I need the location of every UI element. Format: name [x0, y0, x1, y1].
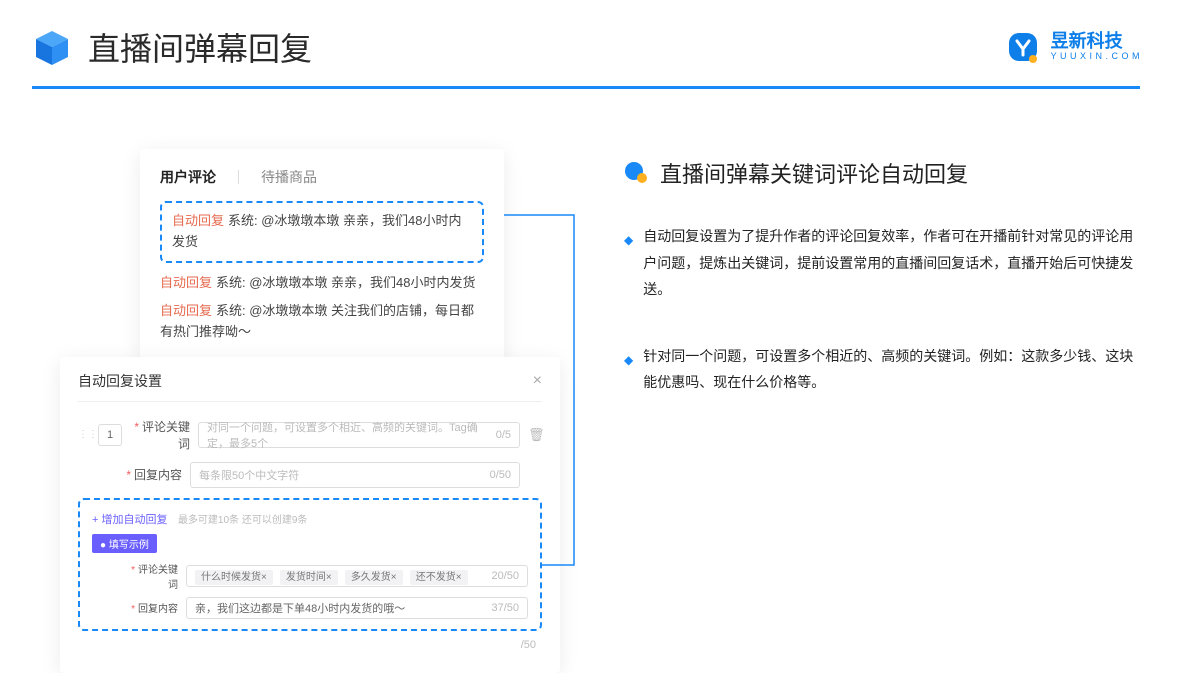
delete-icon[interactable]: 🗑 — [528, 427, 542, 443]
drag-handle-icon[interactable]: ⋮⋮ — [78, 429, 90, 440]
tag-pill[interactable]: 什么时候发货× — [195, 570, 273, 585]
keyword-row: ⋮⋮ 1 *评论关键词 对同一个问题，可设置多个相近、高频的关键词。Tag确定，… — [78, 418, 542, 452]
tab-user-comments[interactable]: 用户评论 — [160, 167, 216, 187]
example-content-value: 亲，我们这边都是下单48小时内发货的哦～ — [195, 600, 405, 616]
tab-divider — [238, 170, 239, 184]
settings-modal: 自动回复设置 × ⋮⋮ 1 *评论关键词 对同一个问题，可设置多个相近、高频的关… — [60, 357, 560, 673]
tag-pill[interactable]: 多久发货× — [345, 570, 403, 585]
auto-reply-tag: 自动回复 — [172, 213, 224, 228]
keyword-counter: 0/5 — [496, 429, 511, 441]
example-keyword-row: *评论关键词 什么时候发货× 发货时间× 多久发货× 还不发货× 20/50 — [92, 561, 528, 591]
example-content-input[interactable]: 亲，我们这边都是下单48小时内发货的哦～ 37/50 — [186, 597, 528, 619]
example-content-counter: 37/50 — [491, 602, 519, 614]
left-column: 用户评论 待播商品 自动回复系统: @冰墩墩本墩 亲亲，我们48小时内发货 自动… — [60, 149, 564, 673]
form-area: ⋮⋮ 1 *评论关键词 对同一个问题，可设置多个相近、高频的关键词。Tag确定，… — [78, 402, 542, 653]
keyword-input[interactable]: 对同一个问题，可设置多个相近、高频的关键词。Tag确定，最多5个 0/5 — [198, 422, 520, 448]
auto-reply-tag: 自动回复 — [160, 275, 212, 290]
page-title: 直播间弹幕回复 — [88, 24, 312, 70]
add-hint: 最多可建10条 还可以创建9条 — [178, 515, 307, 526]
bullet-text: 自动回复设置为了提升作者的评论回复效率，作者可在开播前针对常见的评论用户问题，提… — [643, 223, 1140, 303]
tag-pill[interactable]: 发货时间× — [280, 570, 338, 585]
content: 用户评论 待播商品 自动回复系统: @冰墩墩本墩 亲亲，我们48小时内发货 自动… — [0, 89, 1180, 673]
keyword-label: *评论关键词 — [130, 418, 190, 452]
row-number: 1 — [98, 424, 122, 446]
chat-bubble-icon — [624, 161, 648, 185]
placeholder-text: 对同一个问题，可设置多个相近、高频的关键词。Tag确定，最多5个 — [207, 419, 496, 451]
example-badge: ● 填写示例 — [92, 534, 157, 553]
add-auto-reply-link[interactable]: + 增加自动回复 — [92, 514, 167, 526]
header: 直播间弹幕回复 昱新科技 Y U U X I N . C O M — [0, 0, 1180, 70]
section-heading: 直播间弹幕关键词评论自动回复 — [624, 157, 1140, 189]
brand-logo-icon — [1005, 29, 1041, 65]
tab-pending-goods[interactable]: 待播商品 — [261, 167, 317, 187]
bullet-item: ◆ 针对同一个问题，可设置多个相近的、高频的关键词。例如：这款多少钱、这块能优惠… — [624, 343, 1140, 396]
content-input[interactable]: 每条限50个中文字符 0/50 — [190, 462, 520, 488]
modal-title: 自动回复设置 — [78, 371, 162, 391]
example-content-row: *回复内容 亲，我们这边都是下单48小时内发货的哦～ 37/50 — [92, 597, 528, 619]
close-icon[interactable]: × — [533, 372, 542, 390]
diamond-icon: ◆ — [624, 349, 633, 396]
content-row: *回复内容 每条限50个中文字符 0/50 — [78, 462, 542, 488]
example-tags: 什么时候发货× 发货时间× 多久发货× 还不发货× — [195, 568, 472, 583]
example-content-label: *回复内容 — [122, 600, 178, 615]
brand-name-en: Y U U X I N . C O M — [1051, 52, 1140, 62]
bullet-item: ◆ 自动回复设置为了提升作者的评论回复效率，作者可在开播前针对常见的评论用户问题… — [624, 223, 1140, 303]
comment-row: 自动回复系统: @冰墩墩本墩 亲亲，我们48小时内发货 — [172, 211, 472, 253]
content-label: *回复内容 — [122, 466, 182, 483]
example-block: + 增加自动回复 最多可建10条 还可以创建9条 ● 填写示例 *评论关键词 什… — [78, 498, 542, 631]
example-keyword-input[interactable]: 什么时候发货× 发货时间× 多久发货× 还不发货× 20/50 — [186, 565, 528, 587]
comments-panel: 用户评论 待播商品 自动回复系统: @冰墩墩本墩 亲亲，我们48小时内发货 自动… — [140, 149, 504, 365]
modal-header: 自动回复设置 × — [78, 371, 542, 402]
comment-row: 自动回复系统: @冰墩墩本墩 亲亲，我们48小时内发货 — [160, 273, 484, 294]
brand-name-cn: 昱新科技 — [1051, 32, 1140, 52]
example-keyword-label: *评论关键词 — [122, 561, 178, 591]
highlighted-comment: 自动回复系统: @冰墩墩本墩 亲亲，我们48小时内发货 — [160, 201, 484, 263]
auto-reply-tag: 自动回复 — [160, 303, 212, 318]
title-group: 直播间弹幕回复 — [32, 24, 312, 70]
brand: 昱新科技 Y U U X I N . C O M — [1005, 29, 1140, 65]
tabs: 用户评论 待播商品 — [160, 167, 484, 187]
bullet-text: 针对同一个问题，可设置多个相近的、高频的关键词。例如：这款多少钱、这块能优惠吗、… — [643, 343, 1140, 396]
example-keyword-counter: 20/50 — [491, 570, 519, 582]
cube-icon — [32, 27, 72, 67]
outer-counter: /50 — [521, 639, 536, 651]
content-counter: 0/50 — [490, 469, 511, 481]
brand-text: 昱新科技 Y U U X I N . C O M — [1051, 32, 1140, 62]
right-column: 直播间弹幕关键词评论自动回复 ◆ 自动回复设置为了提升作者的评论回复效率，作者可… — [624, 149, 1140, 673]
placeholder-text: 每条限50个中文字符 — [199, 467, 299, 483]
section-title: 直播间弹幕关键词评论自动回复 — [660, 157, 968, 189]
diamond-icon: ◆ — [624, 229, 633, 303]
add-link-row: + 增加自动回复 最多可建10条 还可以创建9条 — [92, 510, 528, 528]
tag-pill[interactable]: 还不发货× — [410, 570, 468, 585]
comment-text: 系统: @冰墩墩本墩 亲亲，我们48小时内发货 — [216, 275, 476, 290]
comment-row: 自动回复系统: @冰墩墩本墩 关注我们的店铺，每日都有热门推荐呦～ — [160, 301, 484, 343]
